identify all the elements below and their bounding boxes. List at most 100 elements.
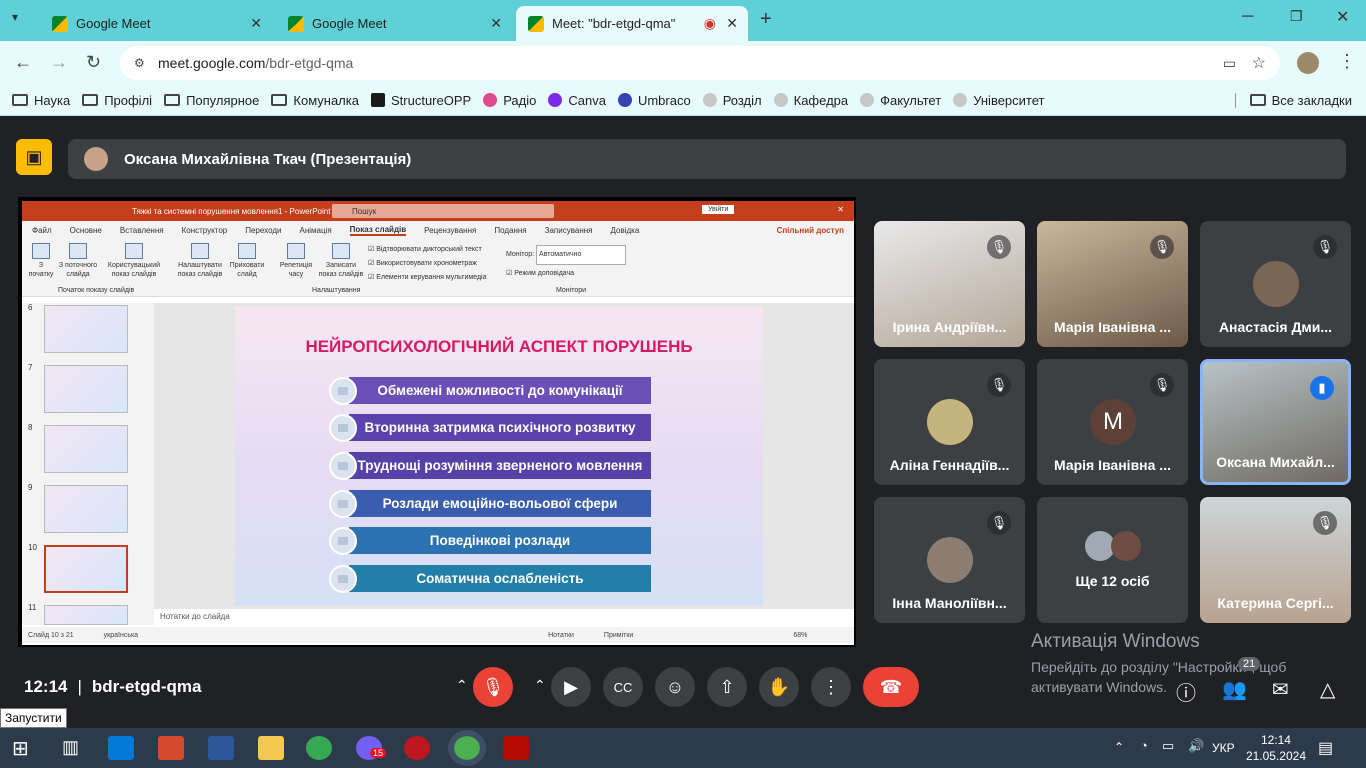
- option-media-controls[interactable]: ☑ Елементи керування мультимедіа: [368, 271, 486, 285]
- ppt-menu-animations[interactable]: Анімація: [299, 226, 331, 235]
- ppt-menu-record[interactable]: Записування: [545, 226, 593, 235]
- audio-options-icon[interactable]: ⌃: [456, 677, 468, 694]
- input-language[interactable]: УКР: [1212, 741, 1235, 755]
- participant-tile[interactable]: 🎙 Ірина Андріївн...: [874, 221, 1025, 347]
- emoji-button[interactable]: ☺: [655, 667, 695, 707]
- more-participants-tile[interactable]: Ще 12 осіб: [1037, 497, 1188, 623]
- participant-tile-speaking[interactable]: ▮ Оксана Михайл...: [1200, 359, 1351, 485]
- close-tab-icon[interactable]: ✕: [250, 15, 262, 32]
- leave-call-button[interactable]: ☎: [863, 667, 919, 707]
- task-view-icon[interactable]: ▥: [62, 737, 79, 758]
- slide-thumbnail-selected[interactable]: [44, 545, 128, 593]
- bookmark-link[interactable]: Університет: [953, 93, 1045, 108]
- bookmark-folder[interactable]: Профілі: [82, 93, 152, 108]
- zoom-level[interactable]: 68%: [793, 632, 807, 639]
- site-info-icon[interactable]: ⚙: [134, 56, 145, 70]
- present-button[interactable]: ⇧: [707, 667, 747, 707]
- ppt-search-input[interactable]: Пошук: [332, 204, 554, 218]
- ppt-menu-design[interactable]: Конструктор: [182, 226, 228, 235]
- rehearse-button[interactable]: Репетиція часу: [278, 243, 314, 279]
- store-icon[interactable]: [108, 736, 134, 760]
- presenter-view-option[interactable]: ☑ Режим доповідача: [506, 265, 626, 283]
- word-icon[interactable]: [208, 736, 234, 760]
- bookmark-star-icon[interactable]: ☆: [1252, 53, 1266, 73]
- participant-tile[interactable]: 🎙 Катерина Сергі...: [1200, 497, 1351, 623]
- participant-tile[interactable]: 🎙 Анастасія Дми...: [1200, 221, 1351, 347]
- tray-chevron-icon[interactable]: ⌃: [1114, 740, 1124, 754]
- ppt-close-icon[interactable]: ✕: [837, 205, 844, 214]
- slide-thumbnail[interactable]: [44, 425, 128, 473]
- info-icon[interactable]: ⓘ: [1176, 677, 1196, 706]
- status-notes-button[interactable]: Нотатки: [548, 632, 574, 639]
- slide-thumbnail[interactable]: [44, 485, 128, 533]
- bookmark-link[interactable]: Umbraco: [617, 93, 691, 108]
- custom-show-button[interactable]: Користувацький показ слайдів: [106, 243, 162, 279]
- participant-tile[interactable]: 🎙 M Марія Іванівна ...: [1037, 359, 1188, 485]
- ppt-menu-file[interactable]: Файл: [32, 226, 52, 235]
- ppt-menu-slideshow[interactable]: Показ слайдів: [349, 225, 407, 236]
- chrome-active-icon[interactable]: [448, 730, 486, 766]
- bookmark-link[interactable]: Розділ: [702, 93, 762, 108]
- captions-button[interactable]: CC: [603, 667, 643, 707]
- participant-tile[interactable]: 🎙 Інна Маноліївн...: [874, 497, 1025, 623]
- ppt-signin-button[interactable]: Увійти: [702, 205, 735, 214]
- option-narration[interactable]: ☑ Відтворювати дикторський текст: [368, 243, 486, 257]
- forward-icon[interactable]: →: [50, 52, 68, 73]
- more-options-button[interactable]: ⋮: [811, 667, 851, 707]
- tab-google-meet-2[interactable]: Google Meet ✕: [276, 6, 512, 41]
- status-comments-button[interactable]: Примітки: [604, 632, 633, 639]
- windows-start-icon[interactable]: ⊞: [12, 736, 29, 761]
- bookmark-folder[interactable]: Популярное: [164, 93, 259, 108]
- back-icon[interactable]: ←: [14, 52, 32, 73]
- bookmark-folder[interactable]: Наука: [12, 93, 70, 108]
- stop-presentation-icon[interactable]: ▣: [16, 139, 52, 175]
- power-icon[interactable]: ▭: [1162, 738, 1174, 754]
- video-app-icon[interactable]: [404, 736, 430, 760]
- bookmark-link[interactable]: Canva: [548, 93, 606, 108]
- cast-icon[interactable]: ▭: [1223, 55, 1236, 72]
- ppt-menu-insert[interactable]: Вставлення: [120, 226, 164, 235]
- bookmark-folder[interactable]: Комуналка: [271, 93, 359, 108]
- participant-tile[interactable]: 🎙 Аліна Геннадіїв...: [874, 359, 1025, 485]
- hide-slide-button[interactable]: Приховати слайд: [228, 243, 266, 279]
- restore-icon[interactable]: ❐: [1290, 8, 1303, 25]
- ppt-share-button[interactable]: Спільний доступ: [777, 226, 844, 235]
- activities-icon[interactable]: △: [1320, 677, 1335, 702]
- close-tab-icon[interactable]: ✕: [726, 15, 738, 32]
- mic-toggle-button[interactable]: 🎙: [473, 667, 513, 707]
- bookmark-link[interactable]: Факультет: [860, 93, 941, 108]
- setup-show-button[interactable]: Налаштувати показ слайдів: [174, 243, 226, 279]
- bookmark-link[interactable]: StructureOPP: [370, 93, 471, 108]
- slide-thumbnail[interactable]: [44, 605, 128, 625]
- bookmark-link[interactable]: Радіо: [483, 93, 536, 108]
- reload-icon[interactable]: ↻: [86, 52, 101, 73]
- option-timings[interactable]: ☑ Використовувати хронометраж: [368, 257, 486, 271]
- tab-meet-active[interactable]: Meet: "bdr-etgd-qma" ◉ ✕: [516, 6, 748, 41]
- ppt-menu-view[interactable]: Подання: [494, 226, 526, 235]
- camera-toggle-button[interactable]: ▶: [551, 667, 591, 707]
- close-window-icon[interactable]: ✕: [1336, 7, 1349, 27]
- profile-avatar[interactable]: [1297, 52, 1319, 74]
- ppt-menu-transitions[interactable]: Переходи: [245, 226, 281, 235]
- chat-icon[interactable]: ✉: [1272, 677, 1289, 702]
- slide-notes[interactable]: Нотатки до слайда: [154, 609, 854, 625]
- clock[interactable]: 12:14 21.05.2024: [1246, 732, 1306, 764]
- people-icon[interactable]: 👥: [1222, 677, 1247, 702]
- close-tab-icon[interactable]: ✕: [490, 15, 502, 32]
- from-start-button[interactable]: З початку: [28, 243, 54, 279]
- new-tab-icon[interactable]: +: [760, 8, 772, 31]
- screenshot-app-icon[interactable]: [158, 736, 184, 760]
- network-icon[interactable]: ◔: [1140, 738, 1148, 753]
- record-show-button[interactable]: Записати показ слайдів: [316, 243, 366, 279]
- minimize-icon[interactable]: ─: [1242, 8, 1253, 26]
- monitor-select[interactable]: Автоматично: [536, 245, 627, 265]
- slide-thumbnail[interactable]: [44, 305, 128, 353]
- all-bookmarks[interactable]: Все закладки: [1234, 92, 1352, 108]
- ppt-menu-help[interactable]: Довідка: [611, 226, 640, 235]
- ppt-menu-home[interactable]: Основне: [70, 226, 102, 235]
- acrobat-icon[interactable]: [503, 736, 529, 760]
- notifications-icon[interactable]: ▤: [1318, 738, 1333, 758]
- volume-icon[interactable]: 🔊: [1188, 738, 1204, 754]
- video-options-icon[interactable]: ⌃: [534, 677, 546, 694]
- participant-tile[interactable]: 🎙 Марія Іванівна ...: [1037, 221, 1188, 347]
